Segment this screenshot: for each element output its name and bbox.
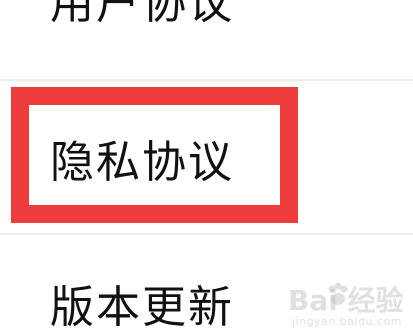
menu-item-label: 版本更新 <box>50 282 234 333</box>
menu-item-label: 隐私协议 <box>50 137 234 188</box>
menu-item-user-agreement[interactable]: 用户协议 <box>0 0 413 36</box>
divider <box>0 79 413 81</box>
menu-item-label: 用户协议 <box>50 0 234 29</box>
menu-item-version-update[interactable]: 版本更新 <box>0 286 413 335</box>
divider <box>0 233 413 235</box>
menu-item-privacy-agreement[interactable]: 隐私协议 <box>0 87 413 232</box>
settings-menu-page: 用户协议 隐私协议 版本更新 Bai 经验 jingyan.baidu.com <box>0 0 413 335</box>
